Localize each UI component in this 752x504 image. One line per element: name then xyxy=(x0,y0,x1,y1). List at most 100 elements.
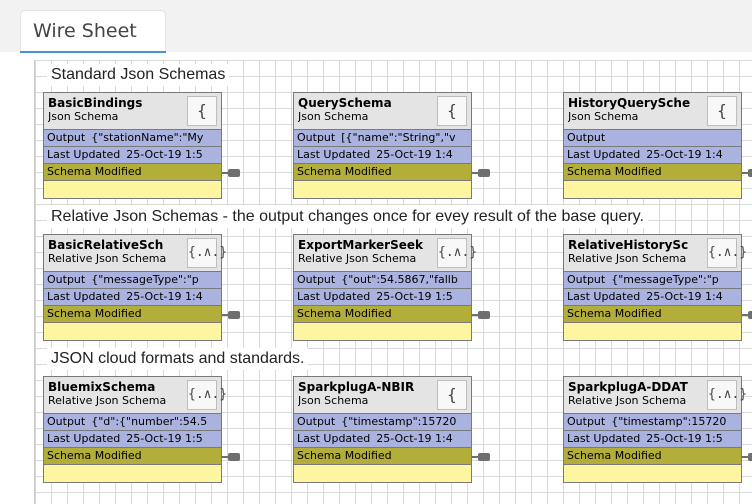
component-block[interactable]: ExportMarkerSeek Relative Json Schema {.∧.… xyxy=(293,234,477,341)
empty-slot xyxy=(293,181,472,199)
schema-modified-slot[interactable]: Schema Modified xyxy=(293,306,472,323)
schema-modified-slot[interactable]: Schema Modified xyxy=(43,448,222,465)
last-updated-slot[interactable]: Last Updated 25-Oct-19 1:4 xyxy=(293,431,472,448)
output-slot[interactable]: Output xyxy=(563,130,742,147)
last-updated-slot[interactable]: Last Updated 25-Oct-19 1:5 xyxy=(563,431,742,448)
section-heading-standard: Standard Json Schemas xyxy=(47,64,230,86)
last-updated-value: 25-Oct-19 1:5 xyxy=(376,290,453,303)
component-type: Relative Json Schema xyxy=(298,252,417,265)
output-link-pin[interactable] xyxy=(228,311,240,319)
output-slot[interactable]: Output {"stationName":"My xyxy=(43,130,222,147)
last-updated-slot[interactable]: Last Updated 25-Oct-19 1:5 xyxy=(43,431,222,448)
schema-modified-slot[interactable]: Schema Modified xyxy=(43,164,222,181)
component-header[interactable]: ExportMarkerSeek Relative Json Schema {.∧.… xyxy=(293,234,477,272)
output-slot[interactable]: Output {"timestamp":15720 xyxy=(563,414,742,431)
schema-modified-label: Schema Modified xyxy=(297,165,392,178)
schema-modified-label: Schema Modified xyxy=(567,165,662,178)
schema-modified-label: Schema Modified xyxy=(297,449,392,462)
output-link-pin[interactable] xyxy=(478,169,490,177)
component-block[interactable]: HistoryQueryScheJson Schema { } Output Last… xyxy=(563,92,742,199)
output-link-pin[interactable] xyxy=(748,453,752,461)
last-updated-slot[interactable]: Last Updated 25-Oct-19 1:4 xyxy=(43,289,222,306)
section-heading-relative: Relative Json Schemas - the output chang… xyxy=(47,206,648,228)
relative-json-icon: {.∧.} xyxy=(187,380,227,410)
schema-modified-slot[interactable]: Schema Modified xyxy=(563,306,742,323)
output-link-pin[interactable] xyxy=(228,169,240,177)
component-name: BasicRelativeSch xyxy=(48,238,164,252)
component-header[interactable]: SparkplugA-NBIRJson Schema { } xyxy=(293,376,472,431)
output-value: {"stationName":"My xyxy=(91,131,204,144)
schema-modified-slot[interactable]: Schema Modified xyxy=(293,448,472,465)
component-header[interactable]: BasicBindingsJson Schema { } xyxy=(43,92,222,147)
output-link-pin[interactable] xyxy=(748,311,752,319)
last-updated-slot[interactable]: Last Updated 25-Oct-19 1:4 xyxy=(563,289,742,306)
empty-slot xyxy=(563,323,742,341)
schema-modified-slot[interactable]: Schema Modified xyxy=(43,306,222,323)
component-block[interactable]: SparkplugA-DDAT Relative Json Schema {.∧.}… xyxy=(563,376,747,483)
last-updated-slot[interactable]: Last Updated 25-Oct-19 1:5 xyxy=(43,147,222,164)
empty-slot xyxy=(43,323,222,341)
output-value: {"messageType":"p xyxy=(91,273,199,286)
last-updated-label: Last Updated xyxy=(297,290,371,303)
output-value: [{"name":"String","v xyxy=(341,131,456,144)
schema-modified-label: Schema Modified xyxy=(47,307,142,320)
last-updated-value: 25-Oct-19 1:4 xyxy=(126,290,203,303)
component-header[interactable]: BluemixSchema Relative Json Schema {.∧.} xyxy=(43,376,227,414)
last-updated-value: 25-Oct-19 1:4 xyxy=(376,148,453,161)
output-value: {"out":54.5867,"fallb xyxy=(341,273,458,286)
last-updated-value: 25-Oct-19 1:5 xyxy=(646,432,723,445)
output-label: Output xyxy=(297,131,336,144)
component-header[interactable]: QuerySchemaJson Schema { } xyxy=(293,92,472,147)
output-label: Output xyxy=(47,131,86,144)
component-block[interactable]: RelativeHistorySc Relative Json Schema {.∧… xyxy=(563,234,747,341)
output-slot[interactable]: Output {"messageType":"p xyxy=(43,272,222,289)
last-updated-slot[interactable]: Last Updated 25-Oct-19 1:5 xyxy=(293,289,472,306)
output-value: {"timestamp":15720 xyxy=(611,415,727,428)
empty-slot xyxy=(293,323,472,341)
component-header[interactable]: HistoryQueryScheJson Schema { } xyxy=(563,92,742,147)
empty-slot xyxy=(563,465,742,483)
output-slot[interactable]: Output [{"name":"String","v xyxy=(293,130,472,147)
component-block[interactable]: BluemixSchema Relative Json Schema {.∧.} Ou… xyxy=(43,376,227,483)
output-value: {"timestamp":15720 xyxy=(341,415,457,428)
output-label: Output xyxy=(567,273,606,286)
schema-modified-label: Schema Modified xyxy=(567,449,662,462)
component-header[interactable]: SparkplugA-DDAT Relative Json Schema {.∧.} xyxy=(563,376,747,414)
tab-wire-sheet[interactable]: Wire Sheet xyxy=(20,10,166,52)
component-block[interactable]: SparkplugA-NBIRJson Schema { } Output {"tim… xyxy=(293,376,472,483)
component-block[interactable]: BasicRelativeSch Relative Json Schema {.∧.… xyxy=(43,234,227,341)
schema-modified-slot[interactable]: Schema Modified xyxy=(293,164,472,181)
schema-modified-slot[interactable]: Schema Modified xyxy=(563,164,742,181)
output-link-pin[interactable] xyxy=(748,169,752,177)
json-braces-icon: { } xyxy=(707,96,737,147)
component-name: BasicBindings xyxy=(48,96,143,110)
component-header[interactable]: BasicRelativeSch Relative Json Schema {.∧.… xyxy=(43,234,227,272)
last-updated-slot[interactable]: Last Updated 25-Oct-19 1:4 xyxy=(563,147,742,164)
component-block[interactable]: QuerySchemaJson Schema { } Output [{"name":… xyxy=(293,92,472,199)
output-link-pin[interactable] xyxy=(228,453,240,461)
output-link-pin[interactable] xyxy=(478,311,490,319)
component-name: SparkplugA-DDAT xyxy=(568,380,688,394)
output-slot[interactable]: Output {"d":{"number":54.5 xyxy=(43,414,222,431)
component-header[interactable]: RelativeHistorySc Relative Json Schema {.∧… xyxy=(563,234,747,272)
output-link-pin[interactable] xyxy=(478,453,490,461)
component-type: Json Schema xyxy=(48,110,119,123)
output-slot[interactable]: Output {"messageType":"p xyxy=(563,272,742,289)
last-updated-label: Last Updated xyxy=(297,148,371,161)
empty-slot xyxy=(43,465,222,483)
schema-modified-label: Schema Modified xyxy=(47,165,142,178)
schema-modified-slot[interactable]: Schema Modified xyxy=(563,448,742,465)
last-updated-label: Last Updated xyxy=(47,148,121,161)
output-slot[interactable]: Output {"out":54.5867,"fallb xyxy=(293,272,472,289)
component-name: QuerySchema xyxy=(298,96,392,110)
wire-sheet-canvas[interactable]: Standard Json Schemas Relative Json Sche… xyxy=(34,60,752,504)
relative-json-icon: {.∧.} xyxy=(187,238,227,268)
component-type: Relative Json Schema xyxy=(48,252,167,265)
relative-json-icon: {.∧.} xyxy=(437,238,477,268)
last-updated-slot[interactable]: Last Updated 25-Oct-19 1:4 xyxy=(293,147,472,164)
schema-modified-label: Schema Modified xyxy=(567,307,662,320)
output-slot[interactable]: Output {"timestamp":15720 xyxy=(293,414,472,431)
last-updated-value: 25-Oct-19 1:4 xyxy=(646,148,723,161)
schema-modified-label: Schema Modified xyxy=(297,307,392,320)
component-block[interactable]: BasicBindingsJson Schema { } Output {"stati… xyxy=(43,92,222,199)
